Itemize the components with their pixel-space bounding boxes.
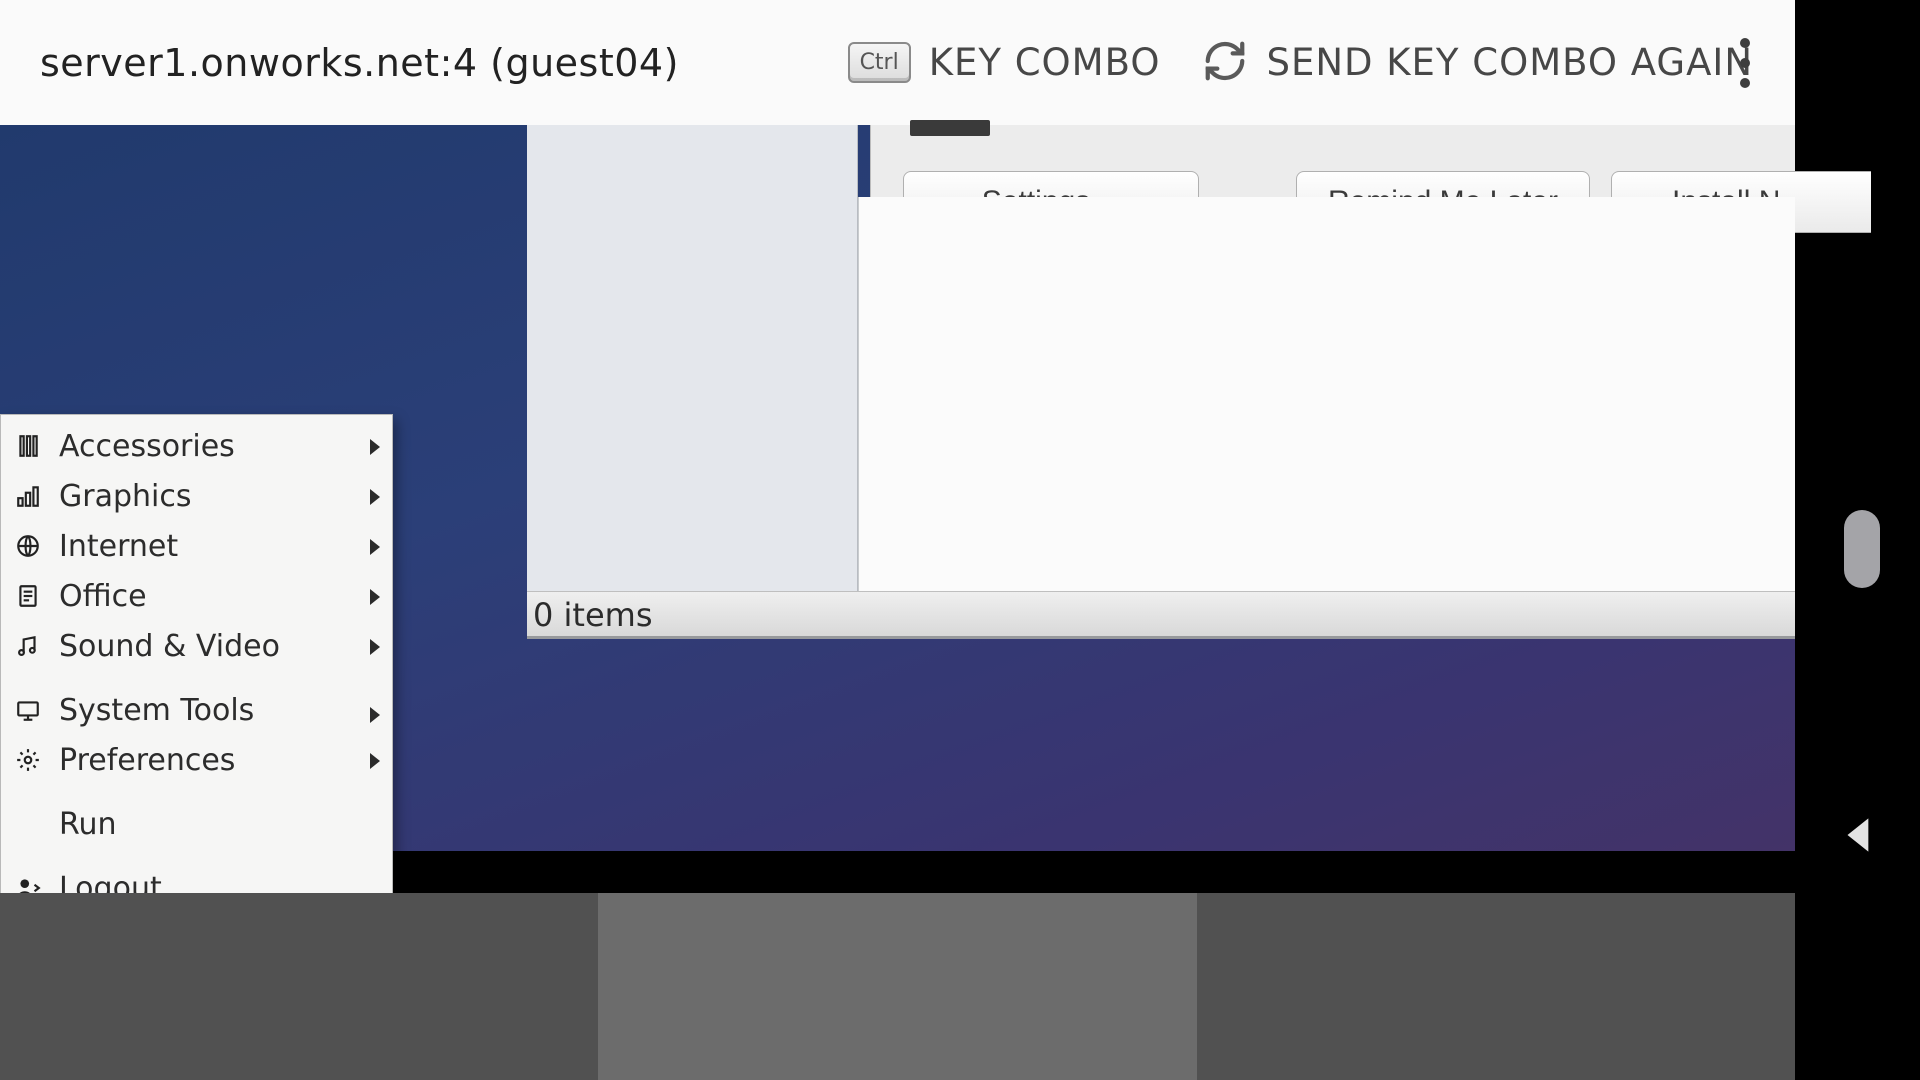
menu-item-sound-video[interactable]: Sound & Video: [1, 621, 392, 671]
menu-item-office[interactable]: Office: [1, 571, 392, 621]
menu-item-graphics[interactable]: Graphics: [1, 471, 392, 521]
sound-video-icon: [15, 633, 41, 659]
menu-item-internet[interactable]: Internet: [1, 521, 392, 571]
file-manager-sidebar[interactable]: [527, 125, 858, 591]
menu-item-label: Sound & Video: [59, 629, 280, 664]
file-manager-content[interactable]: [858, 197, 1795, 594]
system-tools-icon: [15, 697, 41, 723]
chevron-right-icon: [370, 639, 380, 655]
menu-item-label: Office: [59, 579, 147, 614]
office-icon: [15, 583, 41, 609]
android-back-button[interactable]: [1835, 810, 1885, 864]
chevron-right-icon: [370, 489, 380, 505]
start-menu: Accessories Graphics Internet Office: [0, 414, 393, 921]
menu-item-system-tools[interactable]: System Tools: [1, 685, 392, 735]
chevron-right-icon: [370, 439, 380, 455]
file-manager-statusbar: 0 items: [527, 591, 1795, 639]
send-again-label: SEND KEY COMBO AGAIN: [1266, 41, 1753, 84]
preferences-icon: [15, 747, 41, 773]
menu-item-label: Preferences: [59, 743, 235, 778]
browser-topbar: server1.onworks.net:4 (guest04) Ctrl KEY…: [0, 0, 1795, 125]
connection-title: server1.onworks.net:4 (guest04): [40, 41, 679, 85]
menu-item-preferences[interactable]: Preferences: [1, 735, 392, 785]
menu-item-run[interactable]: Run: [1, 799, 392, 849]
remote-desktop: Settings… Remind Me Later Install N 0 it…: [0, 125, 1795, 851]
chevron-right-icon: [370, 753, 380, 769]
dialog-icon-fragment: [910, 120, 990, 136]
internet-icon: [15, 533, 41, 559]
graphics-icon: [15, 483, 41, 509]
chevron-right-icon: [370, 707, 380, 723]
menu-item-label: Graphics: [59, 479, 191, 514]
menu-item-accessories[interactable]: Accessories: [1, 421, 392, 471]
overflow-menu-button[interactable]: [1740, 0, 1750, 125]
menu-item-label: System Tools: [59, 693, 254, 728]
status-item-count: 0 items: [533, 596, 653, 634]
chevron-right-icon: [370, 539, 380, 555]
accessories-icon: [15, 433, 41, 459]
android-nav-background: [0, 893, 1795, 1080]
blank-icon: [15, 811, 41, 837]
key-combo-label: KEY COMBO: [929, 41, 1161, 84]
chevron-right-icon: [370, 589, 380, 605]
menu-item-label: Run: [59, 807, 117, 842]
scroll-thumb[interactable]: [1844, 510, 1880, 588]
menu-item-label: Accessories: [59, 429, 235, 464]
refresh-icon: [1202, 38, 1248, 88]
key-combo-button[interactable]: Ctrl KEY COMBO: [848, 41, 1161, 84]
ctrl-key-icon: Ctrl: [848, 42, 911, 83]
send-key-combo-again-button[interactable]: SEND KEY COMBO AGAIN: [1202, 38, 1753, 88]
device-right-bar: [1795, 0, 1920, 855]
menu-item-label: Internet: [59, 529, 178, 564]
